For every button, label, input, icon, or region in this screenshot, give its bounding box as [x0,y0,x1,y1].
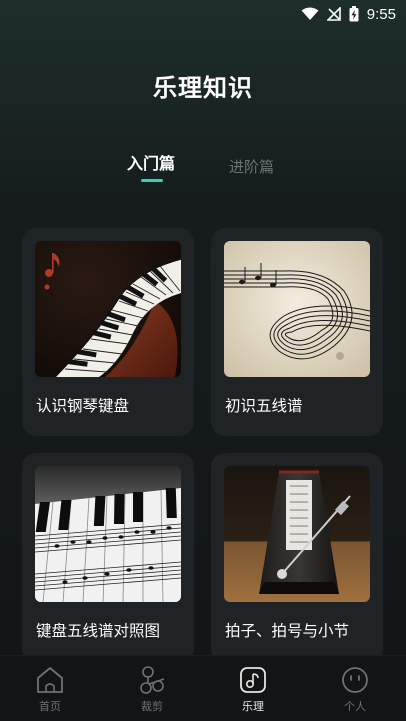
smiley-icon [340,665,370,695]
tab-basic[interactable]: 入门篇 [127,150,175,174]
card-keyboard-staff-chart[interactable]: 键盘五线谱对照图 [22,453,194,663]
battery-charging-icon [349,6,359,22]
home-icon [35,665,65,695]
card-title: 键盘五线谱对照图 [36,622,161,640]
nav-cut[interactable]: 裁剪 [112,656,192,721]
card-title: 认识钢琴键盘 [36,397,130,415]
card-title: 拍子、拍号与小节 [225,622,350,640]
active-tab-indicator [141,179,163,182]
keyboard-staff-chart-illustration [35,466,181,602]
card-staff-basics[interactable]: 初识五线谱 [211,228,383,436]
status-bar: 9:55 [0,0,406,28]
card-beats-meter[interactable]: 拍子、拍号与小节 [211,453,383,663]
card-title: 初识五线谱 [225,397,303,415]
signal-muted-icon [326,7,341,21]
metronome-illustration [224,466,370,602]
nav-label: 首页 [39,700,61,713]
card-piano-keyboard[interactable]: 认识钢琴键盘 [22,228,194,436]
nav-profile[interactable]: 个人 [315,656,395,721]
tab-bar: 入门篇 进阶篇 [0,150,406,190]
piano-keyboard-illustration [35,241,181,377]
staff-lines-illustration [224,241,370,377]
nav-home[interactable]: 首页 [10,656,90,721]
clock: 9:55 [366,5,396,23]
music-note-icon [238,665,268,695]
nav-label: 个人 [344,700,366,713]
nav-label: 乐理 [242,700,264,713]
scissors-icon [137,665,167,695]
wifi-icon [301,7,319,20]
tab-advanced[interactable]: 进阶篇 [229,156,274,177]
nav-theory[interactable]: 乐理 [213,656,293,721]
page-title: 乐理知识 [153,74,253,102]
bottom-nav: 首页 裁剪 乐理 个人 [0,655,406,721]
nav-label: 裁剪 [141,700,163,713]
